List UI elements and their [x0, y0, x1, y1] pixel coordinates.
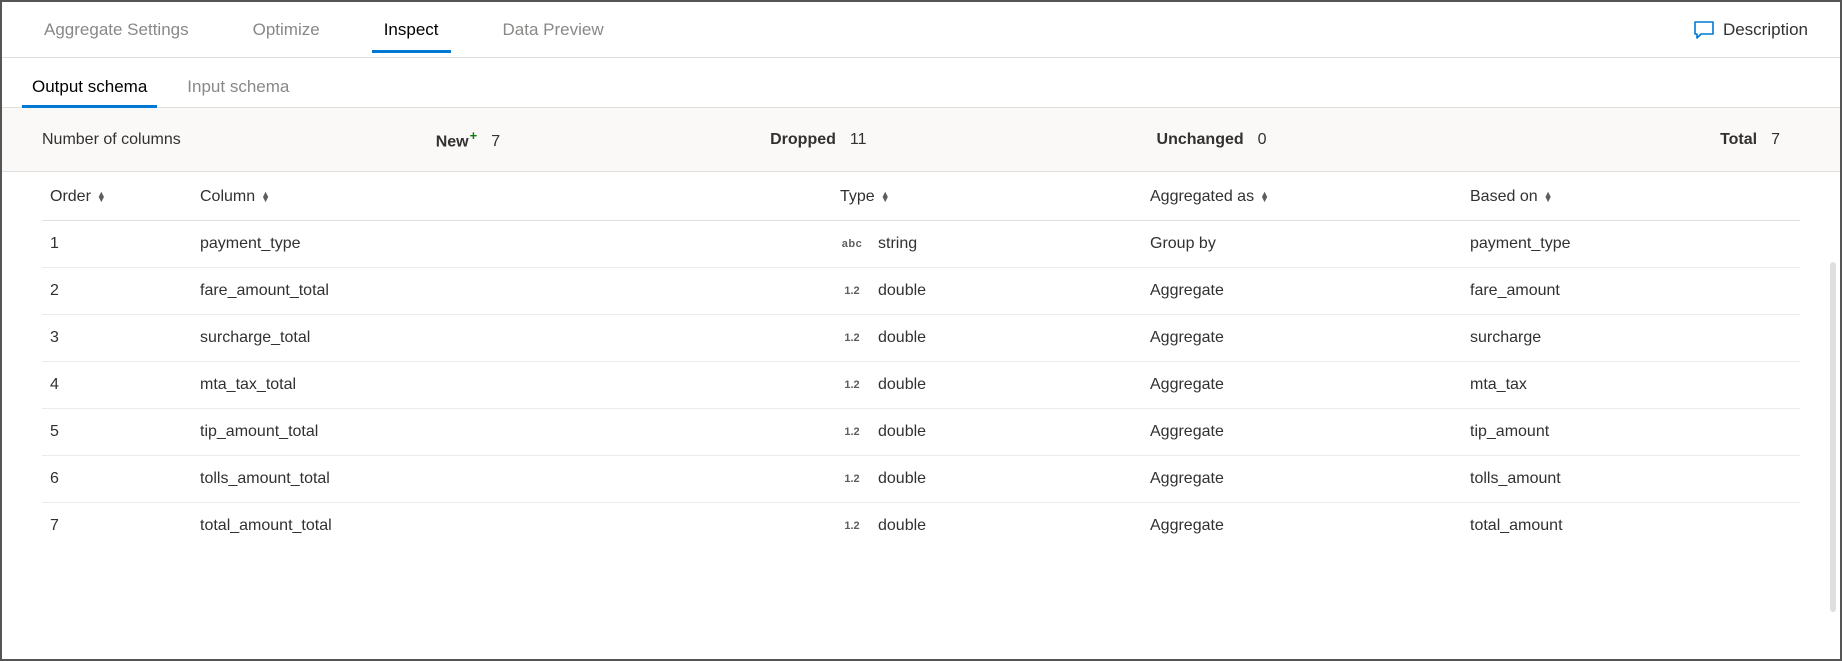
- cell-column: tip_amount_total: [192, 409, 832, 456]
- header-order[interactable]: Order▲▼: [42, 172, 192, 221]
- table-row[interactable]: 2fare_amount_total 1.2 double Aggregatefare…: [42, 268, 1800, 315]
- cell-column: surcharge_total: [192, 315, 832, 362]
- cell-column: mta_tax_total: [192, 362, 832, 409]
- cell-order: 3: [42, 315, 192, 362]
- double-type-icon: 1.2: [840, 520, 864, 532]
- comment-icon: [1693, 20, 1715, 40]
- header-based-on[interactable]: Based on▲▼: [1462, 172, 1800, 221]
- header-column[interactable]: Column▲▼: [192, 172, 832, 221]
- cell-order: 7: [42, 503, 192, 550]
- cell-based-on: tip_amount: [1462, 409, 1800, 456]
- double-type-icon: 1.2: [840, 379, 864, 391]
- double-type-icon: 1.2: [840, 473, 864, 485]
- cell-order: 1: [42, 221, 192, 268]
- type-text: double: [878, 282, 926, 300]
- description-button[interactable]: Description: [1685, 12, 1830, 48]
- tab-data-preview[interactable]: Data Preview: [471, 8, 636, 52]
- schema-table: Order▲▼ Column▲▼ Type▲▼ Aggregated as▲▼ …: [42, 172, 1800, 549]
- primary-tabs: Aggregate Settings Optimize Inspect Data…: [2, 2, 1840, 58]
- type-text: double: [878, 329, 926, 347]
- cell-column: fare_amount_total: [192, 268, 832, 315]
- sort-icon: ▲▼: [1260, 192, 1269, 202]
- table-row[interactable]: 6tolls_amount_total 1.2 double Aggregatetol…: [42, 456, 1800, 503]
- stat-total-value: 7: [1771, 131, 1780, 149]
- schema-tabs: Output schema Input schema: [2, 58, 1840, 108]
- stat-total-label: Total: [1720, 131, 1757, 149]
- stat-new-value: 7: [491, 133, 500, 151]
- stat-dropped: Dropped 11: [770, 131, 866, 149]
- cell-aggregated-as: Aggregate: [1142, 409, 1462, 456]
- double-type-icon: 1.2: [840, 426, 864, 438]
- cell-based-on: mta_tax: [1462, 362, 1800, 409]
- stat-dropped-label: Dropped: [770, 131, 836, 149]
- cell-aggregated-as: Group by: [1142, 221, 1462, 268]
- double-type-icon: 1.2: [840, 285, 864, 297]
- cell-based-on: tolls_amount: [1462, 456, 1800, 503]
- cell-column: tolls_amount_total: [192, 456, 832, 503]
- table-row[interactable]: 7total_amount_total 1.2 double Aggregatetot…: [42, 503, 1800, 550]
- stat-new: New+ 7: [436, 128, 500, 151]
- string-type-icon: abc: [840, 238, 864, 250]
- table-row[interactable]: 1payment_typeabcstringGroup bypayment_ty…: [42, 221, 1800, 268]
- cell-type: 1.2 double: [832, 456, 1142, 503]
- header-type[interactable]: Type▲▼: [832, 172, 1142, 221]
- tab-output-schema[interactable]: Output schema: [12, 65, 167, 107]
- header-aggregated-as[interactable]: Aggregated as▲▼: [1142, 172, 1462, 221]
- cell-aggregated-as: Aggregate: [1142, 456, 1462, 503]
- table-row[interactable]: 3surcharge_total 1.2 double Aggregatesurcha…: [42, 315, 1800, 362]
- schema-table-wrap: Order▲▼ Column▲▼ Type▲▼ Aggregated as▲▼ …: [2, 172, 1840, 549]
- cell-column: payment_type: [192, 221, 832, 268]
- plus-icon: +: [470, 128, 478, 143]
- cell-column: total_amount_total: [192, 503, 832, 550]
- cell-order: 4: [42, 362, 192, 409]
- cell-aggregated-as: Aggregate: [1142, 268, 1462, 315]
- double-type-icon: 1.2: [840, 332, 864, 344]
- stat-unchanged-value: 0: [1258, 131, 1267, 149]
- sort-icon: ▲▼: [1544, 192, 1553, 202]
- type-text: double: [878, 517, 926, 535]
- description-label: Description: [1723, 20, 1808, 40]
- cell-aggregated-as: Aggregate: [1142, 315, 1462, 362]
- cell-aggregated-as: Aggregate: [1142, 362, 1462, 409]
- stat-new-label: New: [436, 133, 469, 150]
- type-text: double: [878, 470, 926, 488]
- column-stats-bar: Number of columns New+ 7 Dropped 11 Unch…: [2, 108, 1840, 172]
- cell-type: abc string: [832, 221, 1142, 268]
- scrollbar[interactable]: [1830, 262, 1836, 612]
- stat-total: Total 7: [1720, 131, 1780, 149]
- cell-order: 6: [42, 456, 192, 503]
- cell-type: 1.2 double: [832, 315, 1142, 362]
- stat-dropped-value: 11: [850, 131, 867, 149]
- sort-icon: ▲▼: [881, 192, 890, 202]
- table-header-row: Order▲▼ Column▲▼ Type▲▼ Aggregated as▲▼ …: [42, 172, 1800, 221]
- cell-order: 5: [42, 409, 192, 456]
- cell-type: 1.2 double: [832, 268, 1142, 315]
- table-row[interactable]: 5tip_amount_total 1.2 double Aggregatetip_a…: [42, 409, 1800, 456]
- sort-icon: ▲▼: [97, 192, 106, 202]
- inspect-panel: Aggregate Settings Optimize Inspect Data…: [0, 0, 1842, 661]
- stat-unchanged: Unchanged 0: [1157, 131, 1267, 149]
- type-text: double: [878, 376, 926, 394]
- tab-aggregate-settings[interactable]: Aggregate Settings: [12, 8, 221, 52]
- cell-based-on: surcharge: [1462, 315, 1800, 362]
- cell-type: 1.2 double: [832, 409, 1142, 456]
- tab-input-schema[interactable]: Input schema: [167, 65, 309, 107]
- cell-type: 1.2 double: [832, 362, 1142, 409]
- type-text: double: [878, 423, 926, 441]
- stats-title: Number of columns: [42, 131, 181, 149]
- type-text: string: [878, 235, 917, 253]
- stat-unchanged-label: Unchanged: [1157, 131, 1244, 149]
- cell-based-on: payment_type: [1462, 221, 1800, 268]
- sort-icon: ▲▼: [261, 192, 270, 202]
- cell-order: 2: [42, 268, 192, 315]
- cell-based-on: total_amount: [1462, 503, 1800, 550]
- table-row[interactable]: 4mta_tax_total 1.2 double Aggregatemta_tax: [42, 362, 1800, 409]
- tab-inspect[interactable]: Inspect: [352, 8, 471, 52]
- cell-aggregated-as: Aggregate: [1142, 503, 1462, 550]
- cell-type: 1.2 double: [832, 503, 1142, 550]
- tab-optimize[interactable]: Optimize: [221, 8, 352, 52]
- cell-based-on: fare_amount: [1462, 268, 1800, 315]
